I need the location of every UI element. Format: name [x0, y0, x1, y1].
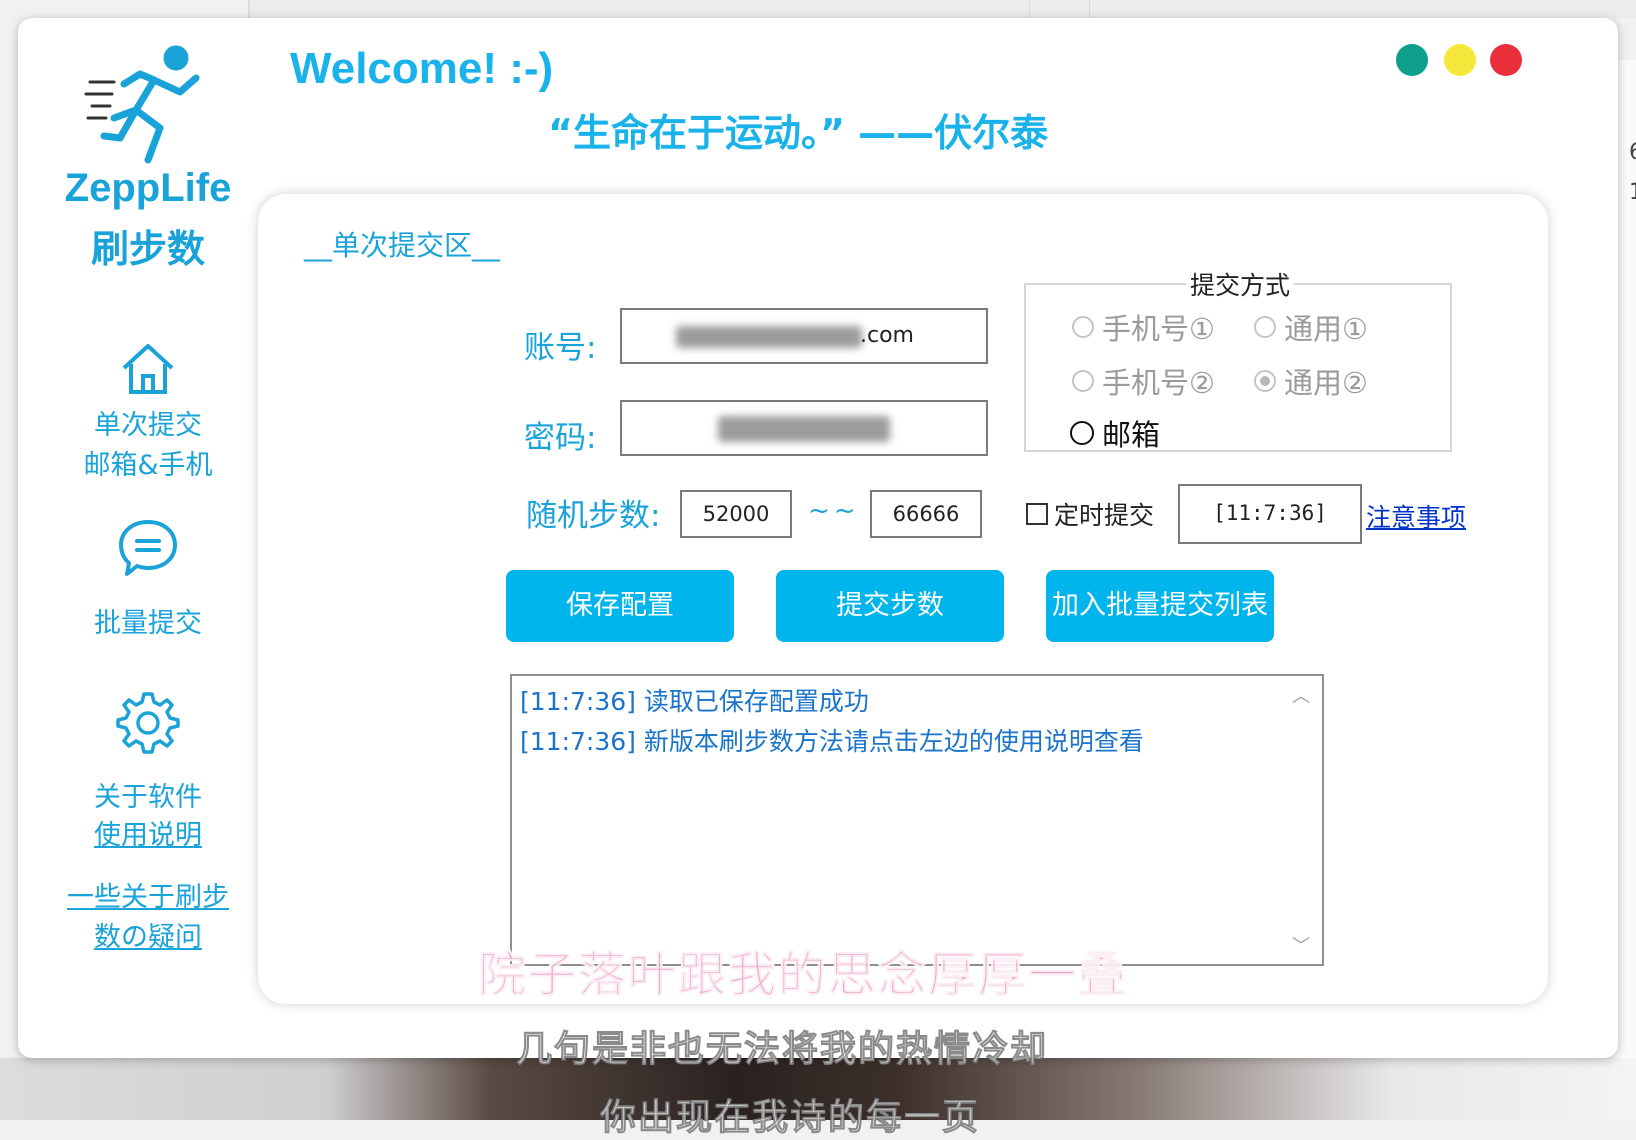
- sidebar-item-single-submit[interactable]: 单次提交 邮箱&手机: [48, 338, 248, 486]
- account-input[interactable]: .com: [620, 308, 988, 364]
- radio-circle: [1254, 316, 1276, 338]
- timed-submit-checkbox[interactable]: 定时提交: [1026, 496, 1154, 532]
- background-text: 6: [1629, 140, 1636, 165]
- log-line: [11:7:36] 新版本刷步数方法请点击左边的使用说明查看: [520, 727, 1144, 756]
- add-to-batch-button[interactable]: 加入批量提交列表: [1046, 570, 1274, 642]
- radio-label: 手机号②: [1102, 366, 1215, 400]
- timed-submit-time-input[interactable]: [11:7:36]: [1178, 484, 1362, 544]
- submit-method-legend: 提交方式: [1190, 271, 1291, 300]
- radio-label: 手机号①: [1102, 312, 1215, 346]
- notice-link[interactable]: 注意事项: [1366, 498, 1466, 534]
- checkbox-box: [1026, 503, 1048, 525]
- home-icon: [122, 344, 174, 394]
- welcome-heading: Welcome! :-): [290, 44, 554, 93]
- radio-circle: [1070, 421, 1094, 445]
- chat-bubble-icon: [119, 520, 177, 576]
- brand-subtitle: 刷步数: [90, 227, 205, 271]
- redacted-blur: [676, 326, 862, 348]
- brand-name: ZeppLife: [64, 166, 232, 210]
- radio-email[interactable]: 邮箱: [1070, 412, 1160, 454]
- background-window-strip: [248, 0, 1636, 18]
- radio-circle: [1072, 370, 1094, 392]
- radio-label: 邮箱: [1102, 418, 1161, 452]
- radio-phone-2[interactable]: 手机号②: [1072, 360, 1215, 402]
- radio-circle: [1072, 316, 1094, 338]
- password-input[interactable]: [620, 400, 988, 456]
- account-label: 账号:: [524, 330, 597, 366]
- password-label: 密码:: [524, 420, 597, 456]
- sidebar-item-label: 关于软件: [94, 782, 202, 813]
- panel-title: __单次提交区__: [304, 229, 501, 262]
- link-label: 一些关于刷步: [67, 882, 229, 913]
- sidebar-item-label: 邮箱&手机: [83, 450, 213, 481]
- single-submit-panel: __单次提交区__ 账号: .com 密码: 随机步数: 52000 ~~ 66…: [258, 194, 1548, 1004]
- steps-min-input[interactable]: 52000: [680, 490, 792, 538]
- link-label: 使用说明: [94, 820, 202, 851]
- window-dot-yellow-button[interactable]: [1444, 44, 1476, 76]
- sidebar-item-about[interactable]: 关于软件: [48, 690, 248, 818]
- account-visible-suffix: .com: [860, 323, 914, 348]
- window-dot-green-button[interactable]: [1396, 44, 1428, 76]
- step-faq-link[interactable]: 一些关于刷步 数の疑问: [36, 878, 260, 958]
- radio-general-2[interactable]: 通用②: [1254, 360, 1368, 402]
- sidebar-item-batch-submit[interactable]: 批量提交: [48, 518, 248, 644]
- usage-instructions-link[interactable]: 使用说明: [48, 816, 248, 856]
- sidebar-item-label: 批量提交: [94, 608, 202, 639]
- steps-max-input[interactable]: 66666: [870, 490, 982, 538]
- random-steps-label: 随机步数:: [526, 498, 661, 534]
- log-line: [11:7:36] 读取已保存配置成功: [520, 687, 869, 716]
- radio-label: 通用①: [1284, 312, 1368, 346]
- radio-label: 通用②: [1284, 366, 1368, 400]
- window-dot-red-close-button[interactable]: [1490, 44, 1522, 76]
- steps-separator: ~~: [808, 496, 860, 526]
- background-video: [0, 1058, 1636, 1120]
- background-text: 1: [1629, 180, 1636, 205]
- log-output[interactable]: [11:7:36] 读取已保存配置成功 [11:7:36] 新版本刷步数方法请点…: [510, 674, 1324, 966]
- redacted-blur: [718, 416, 890, 442]
- submit-steps-button[interactable]: 提交步数: [776, 570, 1004, 642]
- quote-text: “生命在于运动。” ——伏尔泰: [548, 111, 1049, 155]
- link-label: 数の疑问: [94, 922, 202, 953]
- checkbox-label: 定时提交: [1054, 501, 1155, 530]
- log-scrollbar[interactable]: ︿ ﹀: [1282, 676, 1322, 964]
- gear-icon: [116, 692, 180, 754]
- radio-phone-1[interactable]: 手机号①: [1072, 306, 1215, 348]
- scroll-up-icon[interactable]: ︿: [1292, 682, 1310, 708]
- scroll-down-icon[interactable]: ﹀: [1292, 932, 1310, 958]
- sidebar-item-label: 单次提交: [94, 410, 202, 441]
- radio-general-1[interactable]: 通用①: [1254, 306, 1368, 348]
- radio-circle-checked: [1254, 370, 1276, 392]
- save-config-button[interactable]: 保存配置: [506, 570, 734, 642]
- app-window: ZeppLife 刷步数 Welcome! :-) “生命在于运动。” ——伏尔…: [18, 18, 1618, 1058]
- running-man-logo-icon: [84, 45, 200, 164]
